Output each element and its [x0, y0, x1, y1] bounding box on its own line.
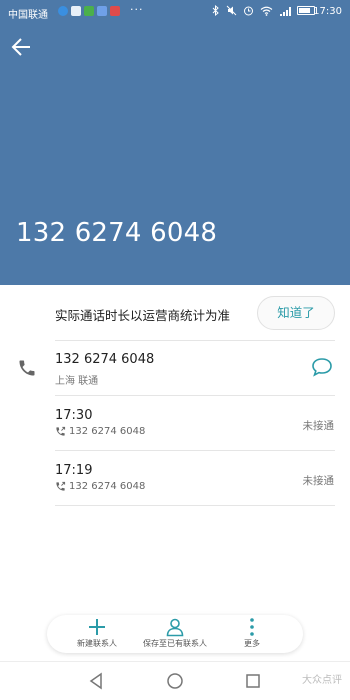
circle-home-icon — [167, 673, 183, 689]
contact-number: 132 6274 6048 — [55, 352, 155, 367]
contact-location: 上海 联通 — [55, 376, 99, 387]
back-button[interactable] — [10, 36, 36, 58]
status-bar: 中国联通 ··· 17:30 — [0, 0, 350, 24]
call-log-item[interactable]: 17:19 132 6274 6048 未接通 — [0, 451, 350, 505]
phone-icon — [19, 360, 35, 376]
divider — [55, 505, 335, 506]
mute-icon — [226, 5, 237, 16]
call-log-item[interactable]: 17:30 132 6274 6048 未接通 — [0, 396, 350, 450]
person-icon — [166, 618, 184, 637]
alarm-icon — [244, 6, 253, 16]
call-duration-notice: 实际通话时长以运营商统计为准 — [55, 308, 231, 323]
nav-home-button[interactable] — [166, 672, 184, 694]
call-number: 132 6274 6048 — [69, 481, 146, 492]
watermark: 大众点评 — [302, 675, 342, 686]
wifi-icon — [260, 6, 273, 16]
message-icon — [312, 358, 332, 377]
acknowledge-button[interactable]: 知道了 — [257, 296, 335, 330]
signal-icon — [280, 6, 291, 16]
more-vertical-icon — [250, 618, 254, 636]
call-sub-info: 132 6274 6048 — [55, 426, 145, 437]
header: 中国联通 ··· 17:30 132 6274 6048 — [0, 0, 350, 285]
app-notification-icon — [110, 6, 120, 16]
bluetooth-icon — [212, 5, 219, 16]
more-notifications-icon: ··· — [130, 3, 144, 16]
app-notification-icon — [58, 6, 68, 16]
nav-recents-button[interactable] — [245, 672, 261, 694]
notification-icons — [58, 6, 120, 16]
status-time: 17:30 — [313, 6, 342, 17]
new-contact-label: 新建联系人 — [77, 639, 117, 648]
nav-back-button[interactable] — [88, 672, 104, 694]
app-notification-icon — [97, 6, 107, 16]
triangle-back-icon — [89, 672, 102, 690]
save-to-existing-label: 保存至已有联系人 — [143, 639, 207, 648]
page-title-phone-number: 132 6274 6048 — [16, 218, 218, 248]
carrier-label: 中国联通 — [8, 10, 48, 21]
call-status: 未接通 — [302, 420, 335, 432]
call-status: 未接通 — [302, 475, 335, 487]
call-time: 17:30 — [55, 408, 93, 423]
message-button[interactable] — [311, 357, 333, 377]
call-sub-info: 132 6274 6048 — [55, 481, 145, 492]
call-time: 17:19 — [55, 463, 93, 478]
call-number: 132 6274 6048 — [69, 426, 146, 437]
more-label: 更多 — [244, 639, 260, 648]
more-button[interactable]: 更多 — [237, 617, 267, 649]
plus-icon — [89, 619, 105, 635]
save-to-existing-button[interactable]: 保存至已有联系人 — [137, 617, 213, 649]
app-notification-icon — [71, 6, 81, 16]
outgoing-call-icon — [56, 481, 66, 491]
outgoing-call-icon — [56, 426, 66, 436]
back-arrow-icon — [11, 38, 30, 56]
app-notification-icon — [84, 6, 94, 16]
system-nav-bar — [0, 661, 350, 700]
divider — [55, 340, 335, 341]
bottom-action-bar: 新建联系人 保存至已有联系人 更多 — [47, 615, 303, 653]
new-contact-button[interactable]: 新建联系人 — [69, 617, 125, 649]
square-recents-icon — [246, 674, 260, 688]
system-icons — [212, 5, 315, 16]
